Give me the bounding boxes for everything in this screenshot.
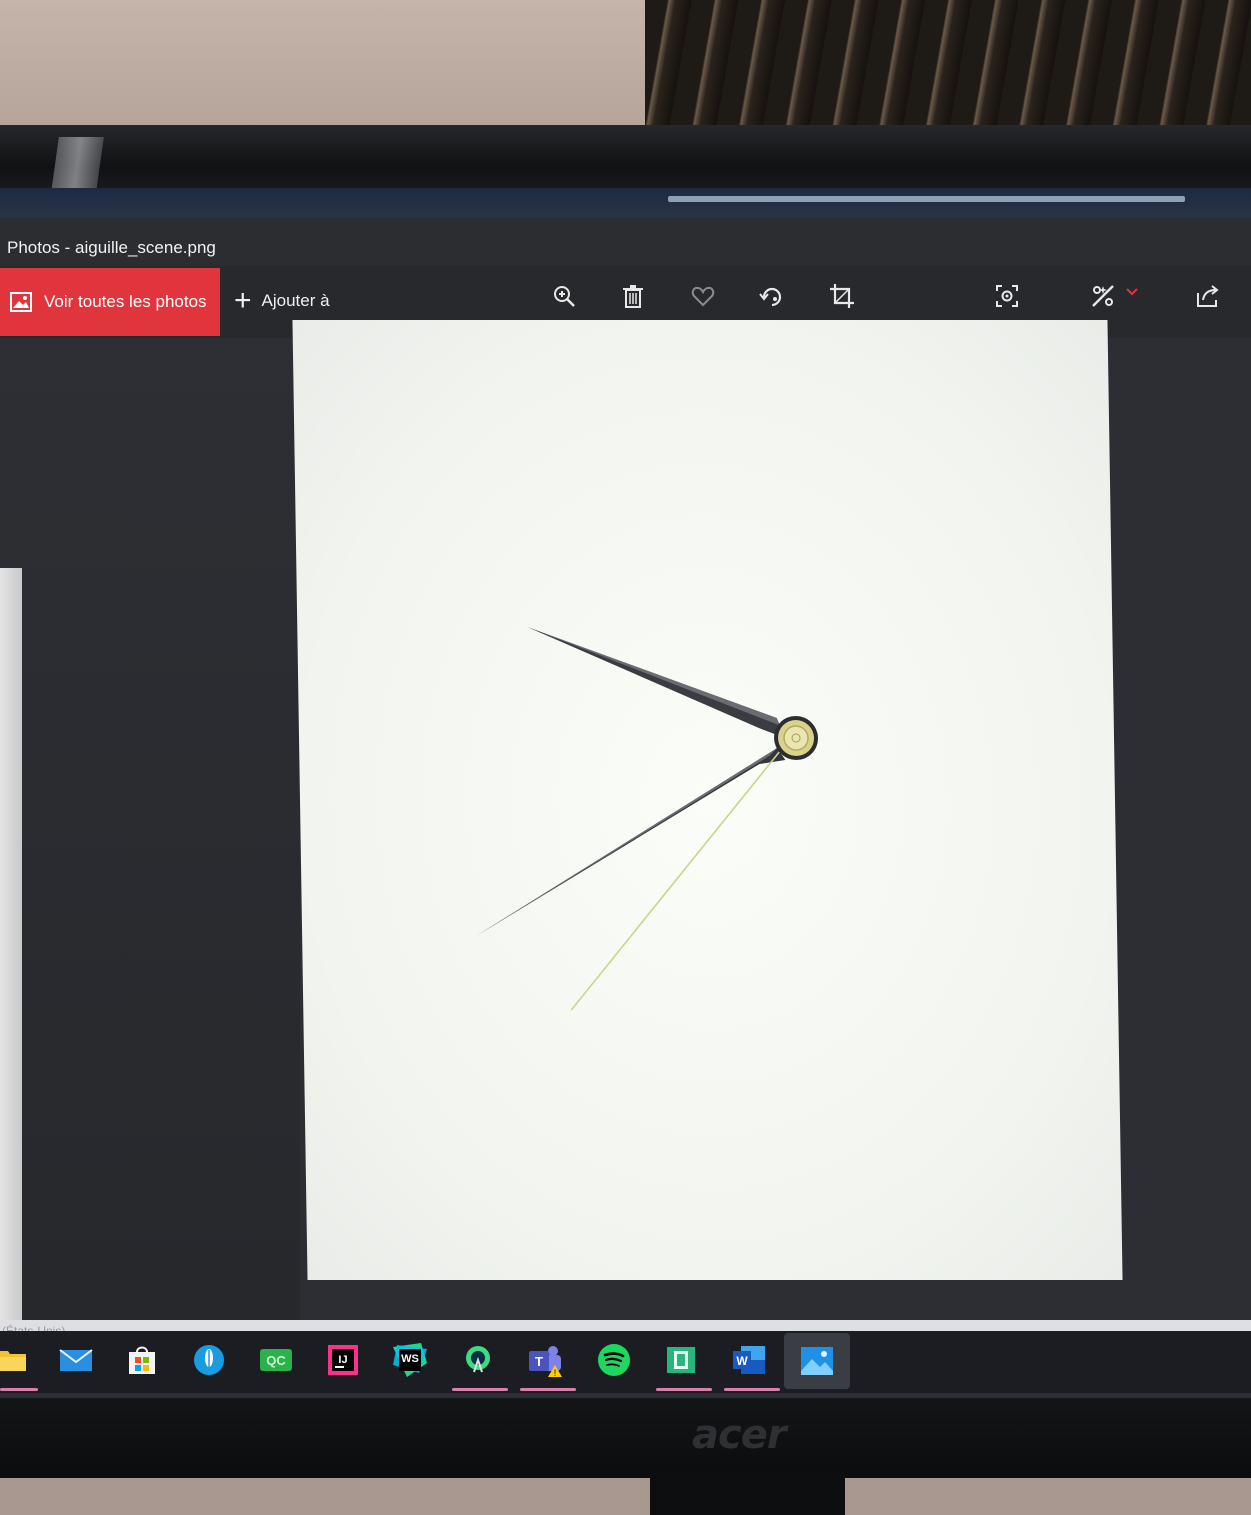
file-explorer-indicator (0, 1388, 38, 1391)
monitor-screen: Photos - aiguille_scene.png Voir toutes … (0, 188, 1251, 1398)
bezel-glare (51, 137, 104, 192)
delete-icon[interactable] (615, 278, 651, 314)
mail-icon[interactable] (56, 1340, 96, 1380)
wall-picture-frame (645, 0, 1251, 125)
notes-app-indicator (656, 1388, 712, 1391)
word-icon[interactable]: W (729, 1340, 769, 1380)
upper-clock-hand (527, 627, 786, 738)
plus-icon: + (234, 284, 252, 317)
add-to-button[interactable]: + Ajouter à (234, 284, 330, 318)
word-indicator (724, 1388, 780, 1391)
monitor-top-bezel (0, 125, 1251, 195)
photos-icon[interactable] (784, 1333, 850, 1389)
android-studio-icon[interactable] (458, 1340, 498, 1380)
webstorm-label: WS (401, 1353, 419, 1365)
clock-hands-image (476, 627, 819, 1011)
teams-icon[interactable]: T! (525, 1340, 565, 1380)
crop-icon[interactable] (824, 278, 860, 314)
qc-app-icon[interactable]: QC (256, 1340, 296, 1380)
second-hand (570, 751, 780, 1011)
displayed-image[interactable] (292, 320, 1123, 1280)
view-all-photos-label: Voir toutes les photos (44, 292, 207, 311)
chevron-down-icon[interactable] (1122, 274, 1142, 310)
qc-app-label: QC (266, 1353, 286, 1368)
file-explorer-icon[interactable] (0, 1340, 32, 1380)
edit-icon[interactable] (1085, 278, 1121, 314)
scroll-indicator (668, 196, 1185, 202)
zoom-icon[interactable] (546, 278, 582, 314)
visual-search-icon[interactable] (989, 278, 1025, 314)
lower-clock-hand (476, 748, 786, 936)
share-icon[interactable] (1190, 278, 1226, 314)
monitor-stand (650, 1470, 845, 1515)
android-studio-indicator (452, 1388, 508, 1391)
window-title: Photos - aiguille_scene.png (7, 238, 216, 257)
notes-app-icon[interactable] (661, 1340, 701, 1380)
store-icon[interactable] (122, 1340, 162, 1380)
teams-label: T (535, 1354, 543, 1369)
screen-top-strip (0, 188, 1251, 218)
teams-indicator (520, 1388, 576, 1391)
intellij-label: IJ (338, 1354, 347, 1366)
photo-gallery-icon (10, 292, 32, 312)
intellij-icon[interactable]: IJ (323, 1340, 363, 1380)
webstorm-icon[interactable]: WS (390, 1340, 430, 1380)
background-window-edge (0, 568, 22, 1328)
left-pane (0, 338, 300, 1328)
svg-text:!: ! (554, 1368, 557, 1377)
desk-surface (0, 1478, 1251, 1515)
spotify-icon[interactable] (594, 1340, 634, 1380)
add-to-label: Ajouter à (261, 291, 330, 310)
feather-app-icon[interactable] (189, 1340, 229, 1380)
monitor-bottom-bezel (0, 1398, 1251, 1478)
rotate-icon[interactable] (754, 278, 790, 314)
view-all-photos-button[interactable]: Voir toutes les photos (0, 268, 220, 336)
favorite-icon[interactable] (685, 278, 721, 314)
word-label: W (736, 1354, 748, 1368)
monitor-brand-logo: acer (692, 1412, 787, 1458)
